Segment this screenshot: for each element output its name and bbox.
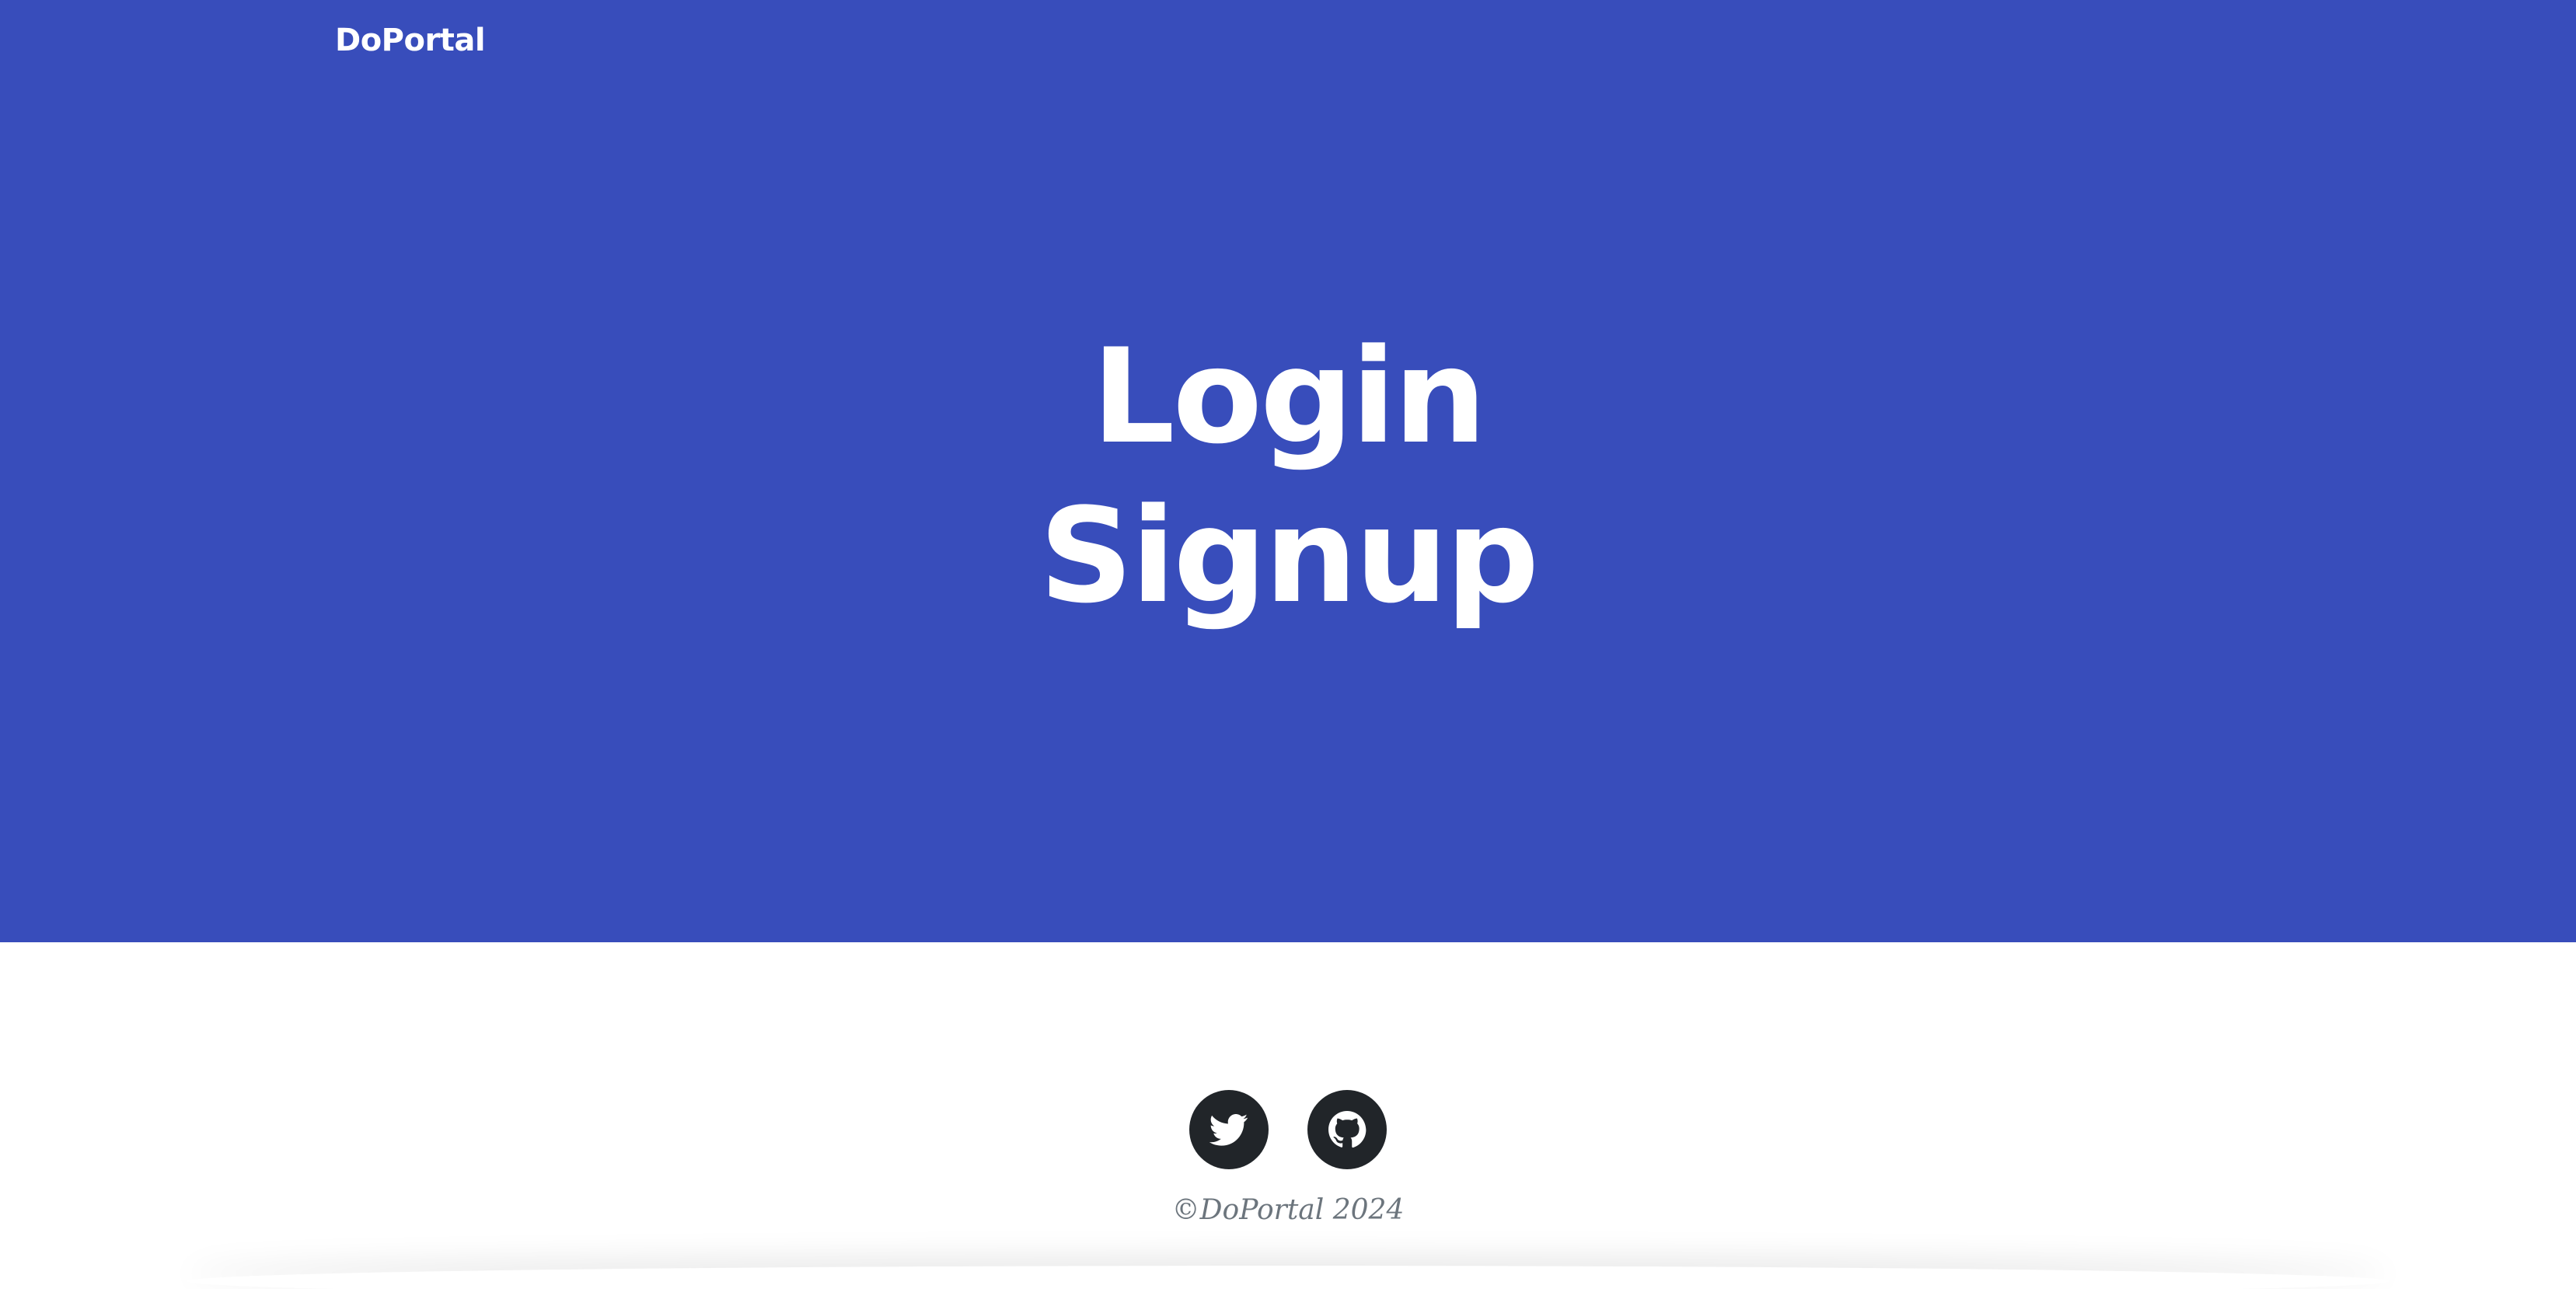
hero-nav: Login Signup [0,317,2576,636]
hero-section: DoPortal Login Signup [0,0,2576,942]
login-link[interactable]: Login [0,317,2576,477]
signup-link[interactable]: Signup [0,477,2576,636]
page: DoPortal Login Signup ©DoPortal 2024 [0,0,2576,1289]
copyright-text: ©DoPortal 2024 [1171,1194,1405,1226]
github-button[interactable] [1307,1090,1387,1169]
github-icon [1328,1111,1367,1148]
social-links [0,1090,2576,1169]
twitter-button[interactable] [1189,1090,1269,1169]
twitter-icon [1209,1114,1248,1146]
brand-link[interactable]: DoPortal [335,20,486,61]
footer: ©DoPortal 2024 [0,942,2576,1289]
